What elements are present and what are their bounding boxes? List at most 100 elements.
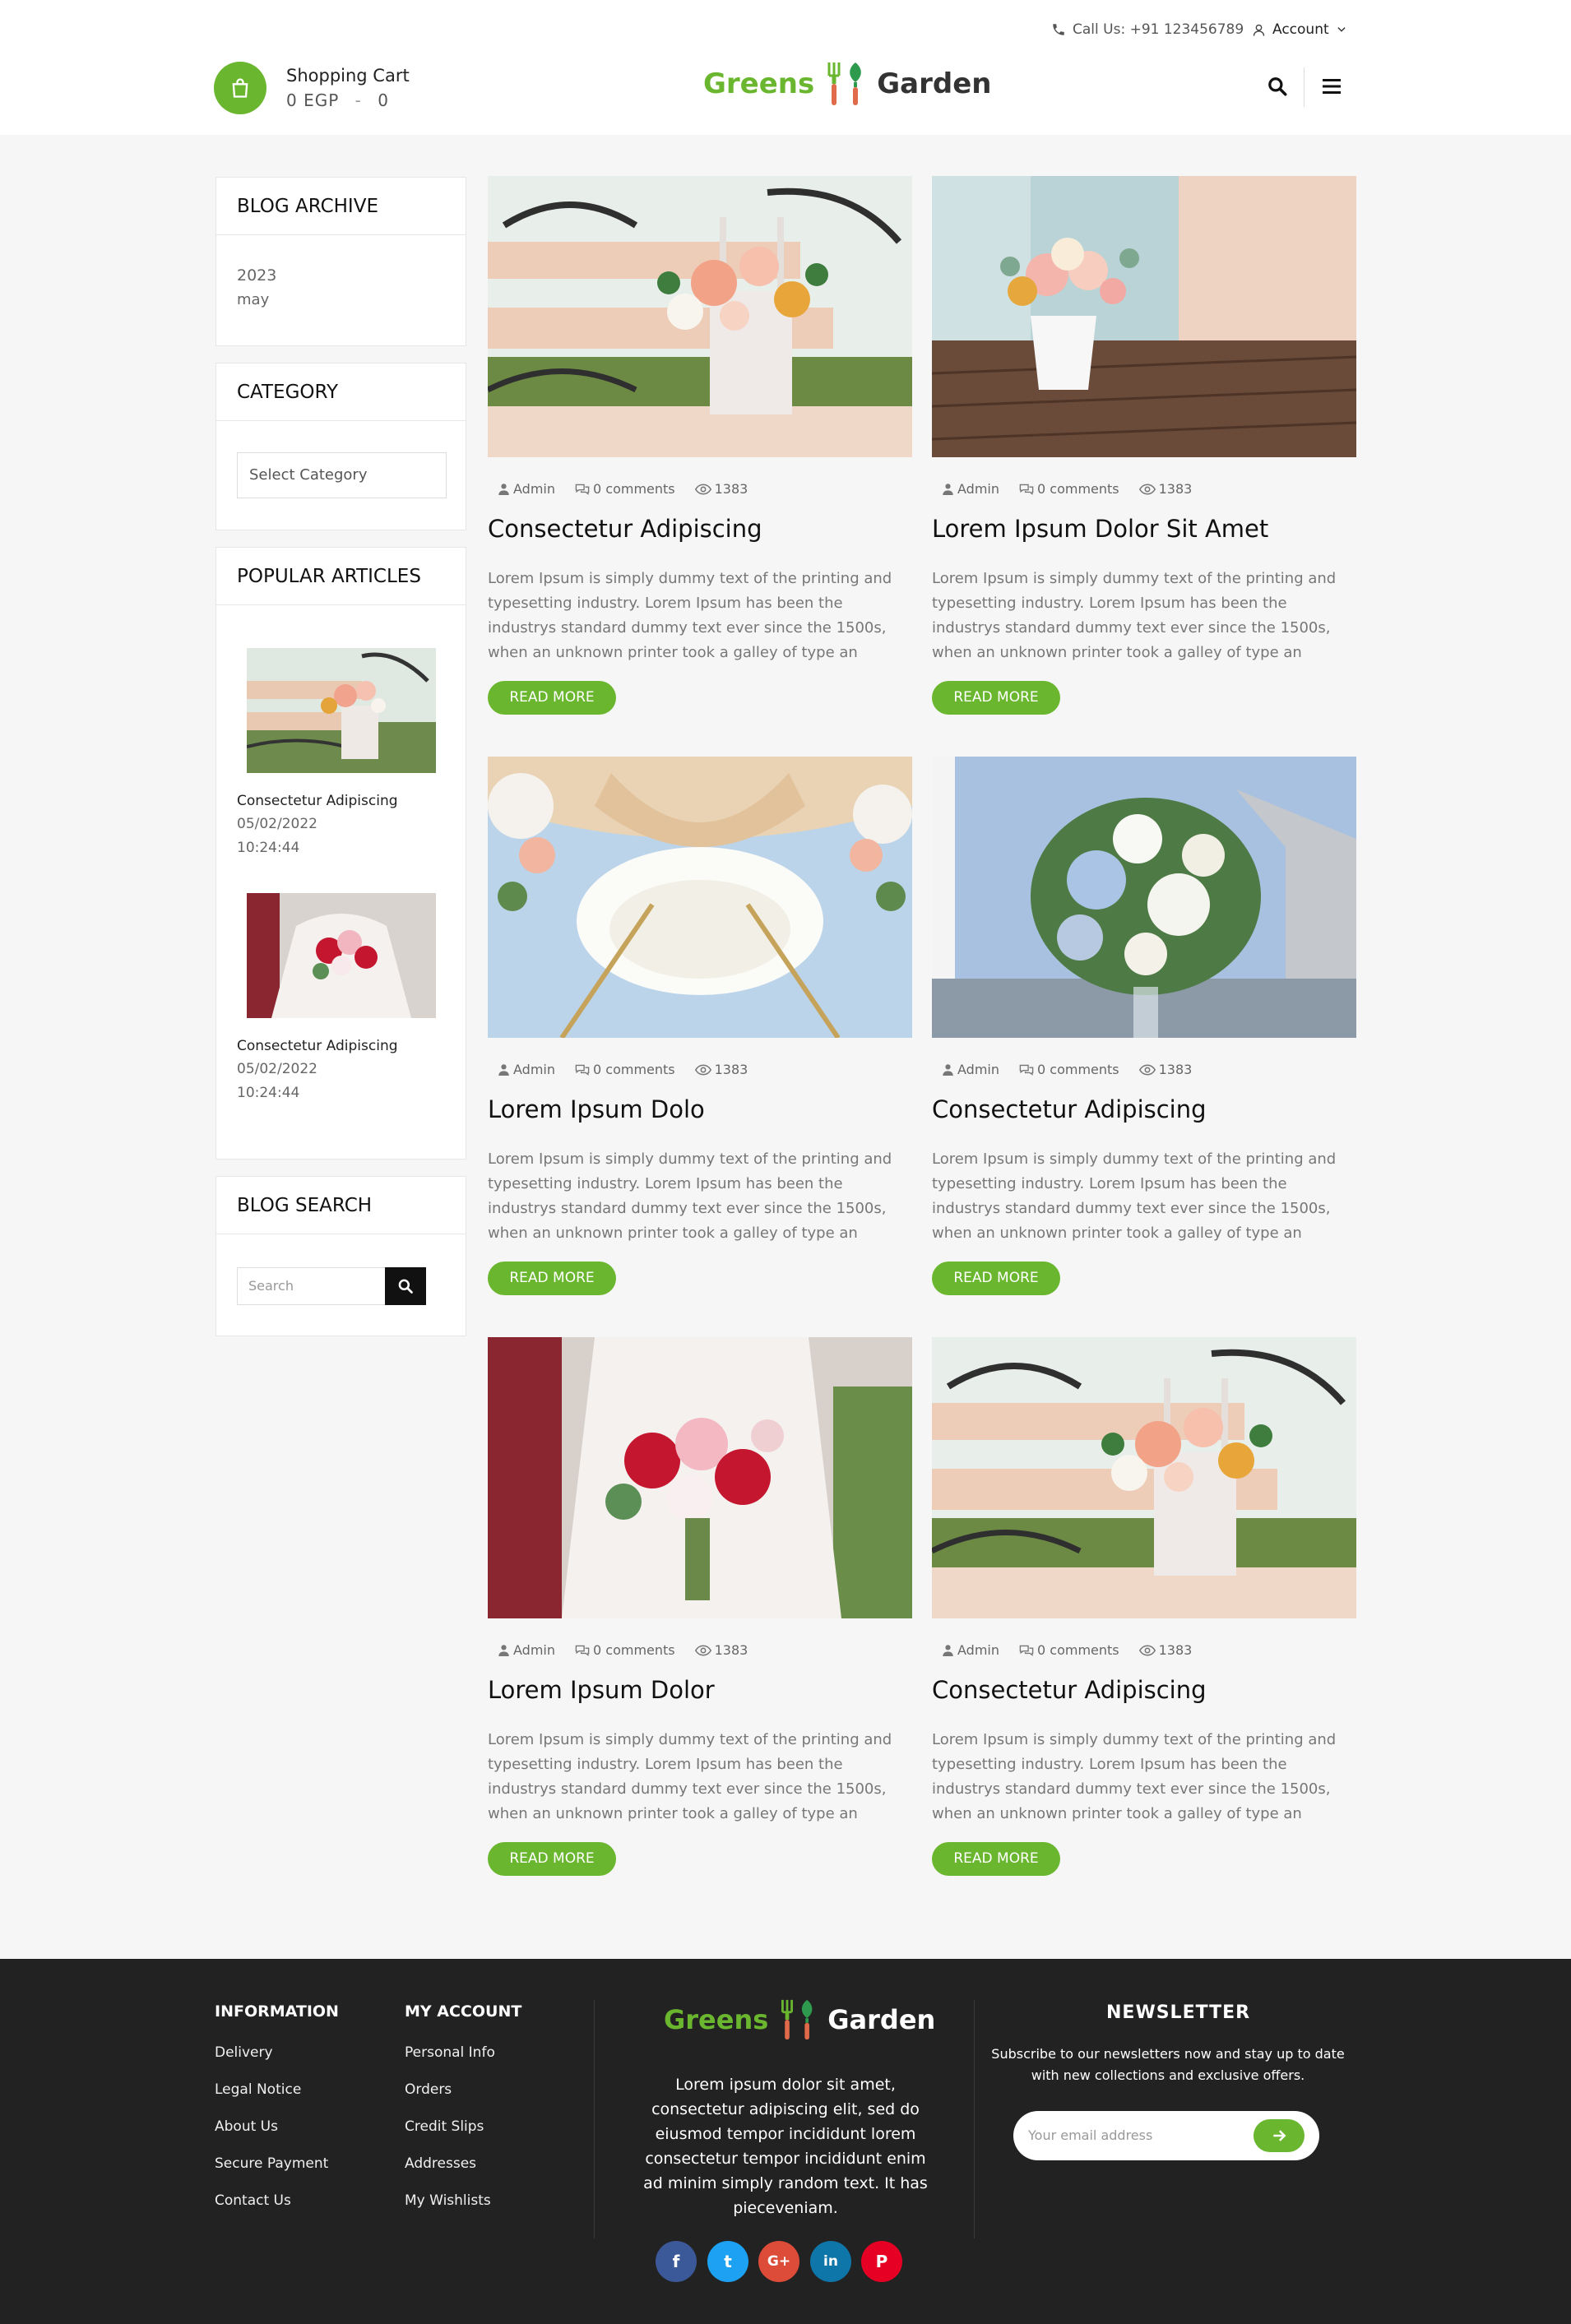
footer-my-account-title: MY ACCOUNT — [405, 2002, 522, 2021]
post-meta: Admin 0 comments 1383 — [498, 481, 767, 497]
post-comments[interactable]: 0 comments — [575, 1062, 675, 1077]
archive-month-link[interactable]: may — [237, 291, 269, 308]
footer-link-about-us[interactable]: About Us — [215, 2118, 278, 2135]
eye-icon — [694, 1644, 711, 1656]
read-more-button[interactable]: READ MORE — [488, 681, 616, 715]
cart-summary: 0 EGP - 0 — [286, 90, 389, 110]
post-title[interactable]: Consectetur Adipiscing — [932, 1095, 1207, 1123]
header-search-button[interactable] — [1267, 76, 1288, 100]
post-author-name: Admin — [957, 1642, 999, 1658]
footer-divider — [974, 2000, 975, 2238]
post-image[interactable] — [488, 757, 912, 1038]
footer-link-orders[interactable]: Orders — [405, 2081, 452, 2098]
eye-icon — [1138, 1644, 1156, 1656]
site-header: Call Us: +91 123456789 Account Shopping … — [0, 0, 1571, 135]
post-title[interactable]: Consectetur Adipiscing — [488, 515, 762, 543]
call-us-text: Call Us: +91 123456789 — [1073, 21, 1244, 38]
post-author[interactable]: Admin — [498, 1062, 555, 1077]
read-more-button[interactable]: READ MORE — [932, 1262, 1060, 1295]
post-comments[interactable]: 0 comments — [1019, 1642, 1119, 1658]
post-author-name: Admin — [957, 481, 999, 497]
post-views: 1383 — [1138, 481, 1192, 497]
cart-title[interactable]: Shopping Cart — [286, 66, 410, 86]
popular-article-date: 05/02/2022 — [237, 1061, 317, 1077]
post-title[interactable]: Lorem Ipsum Dolo — [488, 1095, 705, 1123]
post-comments[interactable]: 0 comments — [1019, 1062, 1119, 1077]
cart-button[interactable] — [214, 62, 266, 114]
footer-link-personal-info[interactable]: Personal Info — [405, 2044, 495, 2061]
popular-article-thumbnail[interactable] — [247, 893, 436, 1018]
post-image[interactable] — [932, 757, 1356, 1038]
account-dropdown[interactable]: Account — [1252, 21, 1347, 38]
user-icon — [498, 484, 509, 495]
post-title[interactable]: Lorem Ipsum Dolor — [488, 1676, 715, 1704]
read-more-button[interactable]: READ MORE — [932, 1842, 1060, 1876]
post-author[interactable]: Admin — [498, 481, 555, 497]
popular-article-time: 10:24:44 — [237, 1085, 300, 1101]
footer-link-addresses[interactable]: Addresses — [405, 2155, 476, 2172]
footer-link-legal-notice[interactable]: Legal Notice — [215, 2081, 301, 2098]
post-title[interactable]: Lorem Ipsum Dolor Sit Amet — [932, 515, 1268, 543]
call-us[interactable]: Call Us: +91 123456789 — [1051, 21, 1244, 38]
post-excerpt: Lorem Ipsum is simply dummy text of the … — [488, 570, 892, 661]
newsletter-submit-button[interactable] — [1254, 2119, 1305, 2152]
footer-logo[interactable]: Greens Garden — [664, 1997, 935, 2043]
newsletter-email-input[interactable]: Your email address — [1028, 2111, 1152, 2160]
garden-tools-icon — [827, 62, 862, 105]
popular-article-thumbnail[interactable] — [247, 648, 436, 773]
post-comments-count: 0 comments — [593, 1062, 675, 1077]
post-comments[interactable]: 0 comments — [1019, 481, 1119, 497]
read-more-button[interactable]: READ MORE — [488, 1842, 616, 1876]
post-author[interactable]: Admin — [942, 1062, 999, 1077]
footer-information-title: INFORMATION — [215, 2002, 339, 2021]
footer-link-contact-us[interactable]: Contact Us — [215, 2192, 291, 2209]
post-meta: Admin 0 comments 1383 — [498, 1062, 767, 1077]
popular-articles-widget: POPULAR ARTICLES Consectetur Adipiscing … — [215, 547, 466, 1160]
pinterest-icon[interactable]: P — [861, 2241, 902, 2282]
post-image[interactable] — [932, 176, 1356, 457]
post-image[interactable] — [488, 1337, 912, 1618]
read-more-button[interactable]: READ MORE — [488, 1262, 616, 1295]
shopping-bag-icon — [232, 78, 248, 98]
archive-year-link[interactable]: 2023 — [237, 266, 276, 285]
eye-icon — [694, 1063, 711, 1076]
post-image[interactable] — [932, 1337, 1356, 1618]
read-more-button[interactable]: READ MORE — [932, 681, 1060, 715]
comments-icon — [1019, 1064, 1034, 1076]
post-author[interactable]: Admin — [942, 1642, 999, 1658]
garden-tools-icon — [781, 1999, 813, 2040]
blog-search-button[interactable] — [385, 1267, 426, 1305]
post-views: 1383 — [694, 481, 748, 497]
post-views-count: 1383 — [714, 481, 748, 497]
post-author[interactable]: Admin — [498, 1642, 555, 1658]
popular-article-date: 05/02/2022 — [237, 816, 317, 832]
footer-link-delivery[interactable]: Delivery — [215, 2044, 273, 2061]
footer-link-secure-payment[interactable]: Secure Payment — [215, 2155, 328, 2172]
post-author[interactable]: Admin — [942, 481, 999, 497]
post-views: 1383 — [1138, 1062, 1192, 1077]
arrow-right-icon — [1273, 2130, 1286, 2141]
site-logo[interactable]: Greens Garden — [703, 59, 991, 109]
popular-article-title[interactable]: Consectetur Adipiscing — [237, 793, 398, 809]
popular-article-title[interactable]: Consectetur Adipiscing — [237, 1038, 398, 1054]
account-label: Account — [1272, 21, 1329, 38]
blog-search-title: BLOG SEARCH — [216, 1177, 466, 1234]
footer-link-credit-slips[interactable]: Credit Slips — [405, 2118, 484, 2135]
post-author-name: Admin — [513, 481, 555, 497]
google-plus-icon[interactable]: G+ — [758, 2241, 799, 2282]
twitter-icon[interactable]: t — [707, 2241, 748, 2282]
linkedin-icon[interactable]: in — [810, 2241, 851, 2282]
post-comments[interactable]: 0 comments — [575, 1642, 675, 1658]
footer-link-my-wishlists[interactable]: My Wishlists — [405, 2192, 491, 2209]
category-select[interactable]: Select Category — [237, 452, 447, 498]
menu-button[interactable] — [1322, 77, 1342, 99]
post-image[interactable] — [488, 176, 912, 457]
user-icon — [943, 1064, 953, 1076]
header-divider — [1304, 67, 1305, 107]
post-author-name: Admin — [957, 1062, 999, 1077]
blog-search-input[interactable]: Search — [237, 1267, 387, 1305]
post-title[interactable]: Consectetur Adipiscing — [932, 1676, 1207, 1704]
facebook-icon[interactable]: f — [656, 2241, 697, 2282]
post-views: 1383 — [1138, 1642, 1192, 1658]
post-comments[interactable]: 0 comments — [575, 481, 675, 497]
